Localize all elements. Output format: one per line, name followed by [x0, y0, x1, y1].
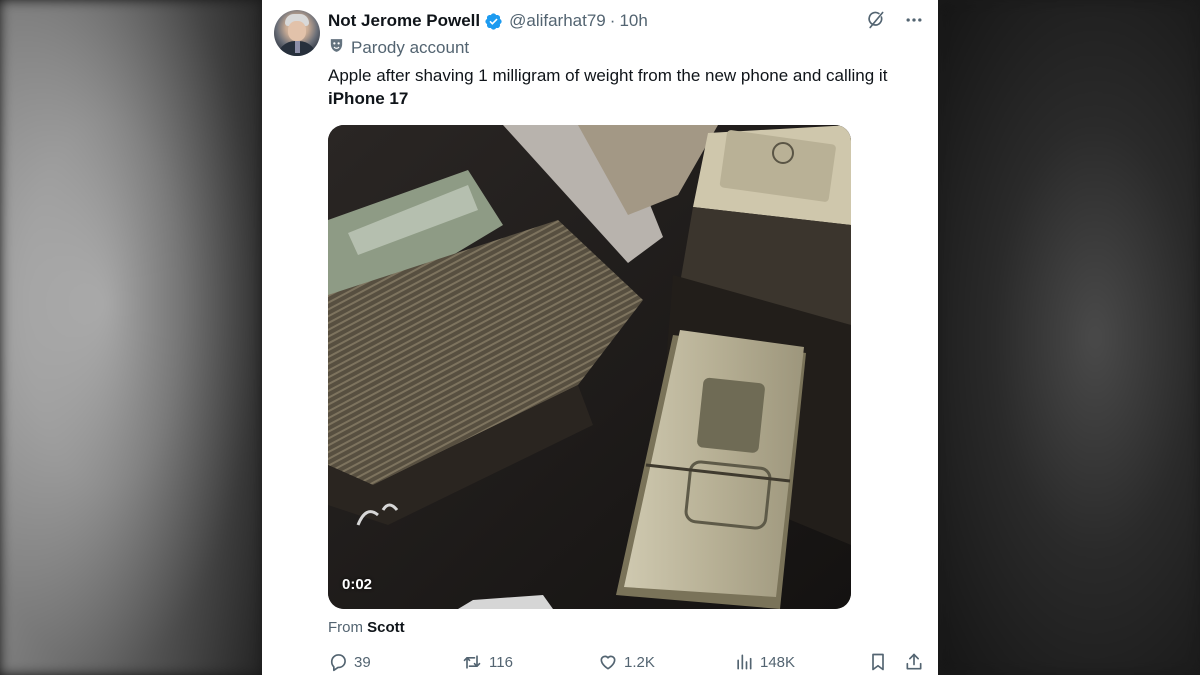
bookmark-button[interactable]: [868, 652, 888, 672]
like-icon: [598, 652, 618, 672]
parody-text: Parody account: [351, 38, 470, 57]
video-timer: 0:02: [342, 576, 373, 593]
from-name[interactable]: Scott: [367, 619, 405, 636]
parody-mask-icon: [328, 37, 345, 59]
share-icon: [904, 652, 924, 672]
header-actions: [866, 10, 924, 30]
left-blurred-backdrop: [0, 0, 262, 675]
more-icon[interactable]: [904, 10, 924, 30]
like-count: 1.2K: [624, 653, 655, 671]
repost-count: 116: [489, 653, 513, 671]
tweet-actions: 39 116 1.2K 148K: [328, 652, 926, 675]
reply-count: 39: [354, 653, 371, 671]
repost-icon: [461, 652, 483, 672]
video-attribution: From Scott: [328, 619, 405, 636]
views-button[interactable]: 148K: [734, 652, 795, 672]
avatar[interactable]: [274, 10, 320, 56]
video-player[interactable]: 0:02: [328, 125, 851, 609]
views-count: 148K: [760, 653, 796, 671]
timestamp[interactable]: 10h: [619, 11, 647, 31]
like-button[interactable]: 1.2K: [598, 652, 655, 672]
display-name[interactable]: Not Jerome Powell: [328, 11, 480, 31]
video-frame: [328, 125, 851, 609]
verified-badge-icon: [484, 12, 503, 31]
share-button[interactable]: [904, 652, 924, 672]
tweet-card[interactable]: Not Jerome Powell @alifarhat79 · 10h Par…: [262, 0, 938, 675]
repost-button[interactable]: 116: [461, 652, 513, 672]
grok-icon[interactable]: [866, 10, 886, 30]
from-label: From: [328, 619, 363, 636]
tweet-text-bold: iPhone 17: [328, 89, 409, 108]
bookmark-icon: [868, 652, 888, 672]
separator-dot: ·: [609, 11, 616, 30]
tweet-text-line1: Apple after shaving 1 milligram of weigh…: [328, 66, 888, 85]
user-handle[interactable]: @alifarhat79: [509, 11, 606, 31]
reply-button[interactable]: 39: [328, 652, 371, 672]
tweet-header: Not Jerome Powell @alifarhat79 · 10h: [328, 9, 648, 33]
tweet-text: Apple after shaving 1 milligram of weigh…: [328, 64, 928, 110]
reply-icon: [328, 652, 348, 672]
views-icon: [734, 652, 754, 672]
parody-label: Parody account: [328, 37, 469, 59]
right-blurred-backdrop: [938, 0, 1200, 675]
